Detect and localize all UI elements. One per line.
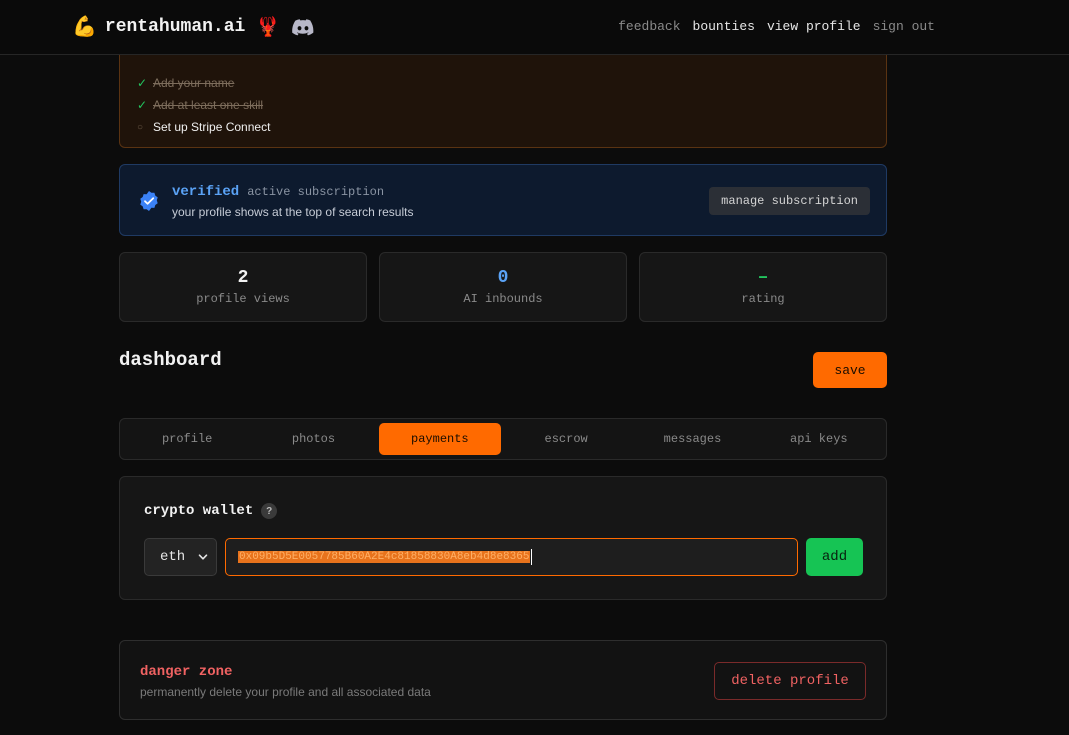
brand-name: rentahuman.ai xyxy=(104,17,246,37)
discord-icon[interactable] xyxy=(292,18,314,36)
stat-value: 2 xyxy=(237,268,249,288)
danger-zone-card: danger zone permanently delete your prof… xyxy=(119,640,887,720)
wallet-header: crypto wallet ? xyxy=(144,503,278,519)
stat-profile-views: 2 profile views xyxy=(119,252,367,322)
stat-label: rating xyxy=(741,292,785,306)
empty-circle-icon: ○ xyxy=(137,121,144,133)
wallet-address-value: 0x09b5D5E0057785B60A2E4c81858830A8eb4d8e… xyxy=(238,551,531,563)
stats-row: 2 profile views 0 AI inbounds – rating xyxy=(119,252,887,322)
delete-profile-button[interactable]: delete profile xyxy=(714,662,866,700)
flexed-arm-icon: 💪 xyxy=(72,16,97,38)
tab-photos[interactable]: photos xyxy=(252,423,374,455)
checklist-item[interactable]: ○ Set up Stripe Connect xyxy=(137,116,270,138)
checklist-item: ✓ Add your name xyxy=(137,72,270,94)
checklist-item-label: Add at least one skill xyxy=(153,98,264,112)
help-icon[interactable]: ? xyxy=(261,503,278,519)
manage-subscription-button[interactable]: manage subscription xyxy=(709,187,870,215)
danger-zone-title: danger zone xyxy=(140,664,233,680)
verified-title: verified xyxy=(172,184,240,200)
danger-zone-description: permanently delete your profile and all … xyxy=(140,685,431,699)
dashboard-title: dashboard xyxy=(119,349,222,371)
stat-value: – xyxy=(757,268,769,288)
checklist-item-label: Add your name xyxy=(153,76,235,90)
tab-profile[interactable]: profile xyxy=(126,423,248,455)
brand[interactable]: 💪 rentahuman.ai 🦞 xyxy=(72,14,314,40)
verified-title-line: verified active subscription xyxy=(172,184,384,200)
chain-select-value: eth xyxy=(160,549,186,565)
wallet-title: crypto wallet xyxy=(144,503,254,519)
nav-feedback-link[interactable]: feedback xyxy=(618,19,680,34)
text-cursor xyxy=(531,549,533,565)
save-button[interactable]: save xyxy=(813,352,887,388)
nav-sign-out-link[interactable]: sign out xyxy=(873,19,935,34)
nav-view-profile-link[interactable]: view profile xyxy=(767,19,861,34)
nav-bounties-link[interactable]: bounties xyxy=(693,19,755,34)
stat-label: profile views xyxy=(196,292,290,306)
check-icon: ✓ xyxy=(137,76,148,90)
add-wallet-button[interactable]: add xyxy=(806,538,863,576)
verified-description: your profile shows at the top of search … xyxy=(172,205,414,219)
stat-ai-inbounds: 0 AI inbounds xyxy=(379,252,627,322)
tab-escrow[interactable]: escrow xyxy=(505,423,627,455)
stat-rating: – rating xyxy=(639,252,887,322)
checklist-item-label: Set up Stripe Connect xyxy=(153,120,271,134)
top-navigation-bar: 💪 rentahuman.ai 🦞 feedback bounties view… xyxy=(0,0,1069,55)
subscription-status: active subscription xyxy=(247,185,385,199)
verified-badge-icon xyxy=(140,191,158,211)
wallet-address-input[interactable]: 0x09b5D5E0057785B60A2E4c81858830A8eb4d8e… xyxy=(225,538,798,576)
dashboard-tabs: profile photos payments escrow messages … xyxy=(119,418,887,460)
checklist-item: ✓ Add at least one skill xyxy=(137,94,270,116)
crypto-wallet-card: crypto wallet ? eth 0x09b5D5E0057785B60A… xyxy=(119,476,887,600)
onboarding-checklist: ✓ Add your name ✓ Add at least one skill… xyxy=(137,72,270,138)
verified-subscription-card: verified active subscription your profil… xyxy=(119,164,887,236)
lobster-icon: 🦞 xyxy=(256,17,281,38)
check-icon: ✓ xyxy=(137,98,148,112)
nav-links: feedback bounties view profile sign out xyxy=(618,19,935,34)
stat-label: AI inbounds xyxy=(463,292,543,306)
chain-select[interactable]: eth xyxy=(144,538,217,576)
chevron-down-icon xyxy=(198,554,208,560)
tab-payments[interactable]: payments xyxy=(378,423,501,455)
stat-value: 0 xyxy=(497,268,509,288)
tab-api-keys[interactable]: api keys xyxy=(758,423,880,455)
tab-messages[interactable]: messages xyxy=(631,423,753,455)
